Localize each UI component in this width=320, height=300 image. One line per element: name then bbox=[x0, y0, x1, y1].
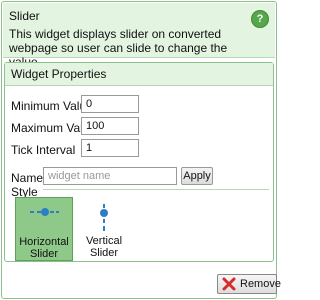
help-icon[interactable]: ? bbox=[251, 10, 269, 28]
maximum-value-input[interactable]: 100 bbox=[81, 117, 139, 135]
minimum-value-input[interactable]: 0 bbox=[81, 95, 139, 113]
vertical-slider-icon bbox=[100, 204, 108, 231]
horizontal-slider-label: Horizontal Slider bbox=[19, 236, 69, 260]
slider-widget-panel: Slider ? This widget displays slider on … bbox=[1, 1, 281, 299]
vertical-slider-label: Vertical Slider bbox=[85, 235, 123, 259]
red-x-icon bbox=[222, 277, 236, 291]
tick-interval-label: Tick Interval bbox=[11, 143, 76, 157]
tick-interval-input[interactable]: 1 bbox=[81, 139, 139, 157]
style-divider bbox=[43, 189, 269, 190]
widget-properties-panel: Widget Properties Minimum Value 0 Maximu… bbox=[4, 62, 274, 262]
name-label: Name bbox=[11, 171, 44, 185]
properties-header: Widget Properties bbox=[5, 63, 273, 86]
style-option-horizontal-slider[interactable]: Horizontal Slider bbox=[15, 197, 73, 261]
remove-button[interactable]: Remove bbox=[217, 274, 281, 294]
apply-button[interactable]: Apply bbox=[181, 167, 213, 185]
horizontal-slider-icon bbox=[30, 208, 59, 216]
style-option-vertical-slider[interactable]: Vertical Slider bbox=[77, 197, 131, 261]
remove-label: Remove bbox=[240, 278, 281, 290]
widget-header: Slider ? This widget displays slider on … bbox=[3, 3, 275, 69]
widget-title: Slider bbox=[9, 9, 40, 23]
name-input[interactable]: widget name bbox=[43, 167, 177, 185]
